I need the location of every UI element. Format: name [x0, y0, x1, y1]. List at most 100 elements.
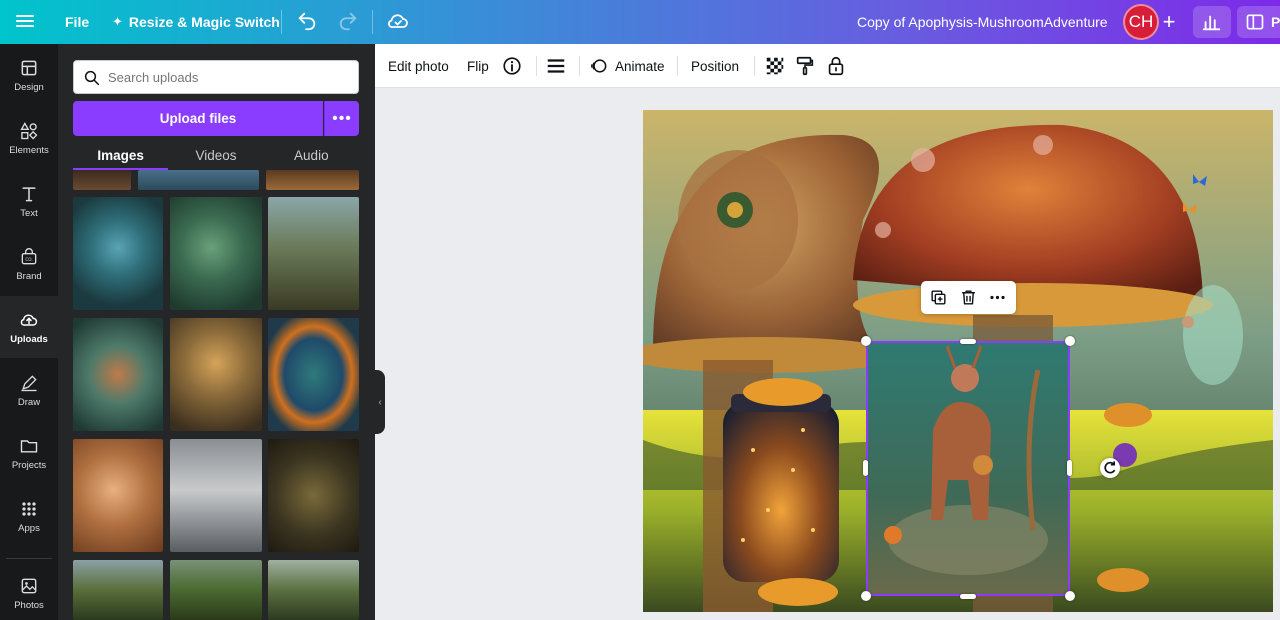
rail-label: Apps: [18, 522, 40, 534]
search-box: [73, 60, 359, 94]
upload-thumbnail[interactable]: [73, 560, 163, 620]
resize-handle-bottom[interactable]: [960, 594, 976, 599]
draw-icon: [21, 374, 37, 391]
photos-icon: [21, 578, 37, 593]
insights-button[interactable]: [1193, 6, 1231, 38]
divider: [6, 558, 52, 559]
resize-handle-bottom-left[interactable]: [861, 591, 871, 601]
search-input[interactable]: [108, 69, 348, 85]
selection-frame: [866, 341, 1070, 596]
elements-icon: [20, 121, 38, 139]
rail-item-uploads[interactable]: Uploads: [0, 296, 58, 358]
position-button[interactable]: Position: [691, 44, 739, 88]
resize-handle-right[interactable]: [1067, 460, 1072, 476]
rail-item-photos[interactable]: Photos: [0, 562, 58, 620]
copy-style-icon[interactable]: [794, 55, 816, 77]
border-style-icon[interactable]: [545, 55, 567, 77]
rail-item-brand[interactable]: CO. Brand: [0, 233, 58, 295]
upload-thumbnail[interactable]: [170, 197, 262, 310]
duplicate-icon[interactable]: [929, 288, 948, 307]
edit-photo-button[interactable]: Edit photo: [388, 44, 449, 88]
rail-item-text[interactable]: Text: [0, 170, 58, 232]
rotate-handle[interactable]: [1100, 458, 1120, 478]
resize-handle-left[interactable]: [863, 460, 868, 476]
upload-thumbnail[interactable]: [170, 560, 262, 620]
tab-audio[interactable]: Audio: [264, 140, 359, 170]
upload-files-button[interactable]: Upload files: [73, 101, 323, 136]
upload-thumbnail[interactable]: [73, 170, 131, 190]
divider: [281, 10, 282, 34]
projects-icon: [20, 439, 38, 453]
upload-thumbnail[interactable]: [73, 197, 163, 310]
uploads-icon: [20, 314, 38, 326]
present-button[interactable]: P: [1237, 6, 1280, 38]
rail-label: Photos: [14, 599, 44, 611]
brand-icon: CO.: [21, 247, 37, 264]
rotate-icon: [1104, 461, 1116, 474]
redo-icon[interactable]: [337, 10, 359, 32]
add-collaborator-button[interactable]: +: [1158, 8, 1180, 36]
present-icon: [1246, 14, 1264, 30]
upload-thumbnail[interactable]: [268, 318, 359, 431]
resize-handle-top-left[interactable]: [861, 336, 871, 346]
rail-label: Brand: [16, 270, 42, 282]
upload-thumbnail[interactable]: [266, 170, 359, 190]
sparkle-icon: ✦: [112, 14, 123, 29]
rail-item-apps[interactable]: Apps: [0, 485, 58, 547]
upload-thumbnail[interactable]: [170, 318, 262, 431]
divider: [677, 56, 678, 76]
animate-icon: [591, 59, 607, 73]
rail-label: Uploads: [10, 333, 48, 345]
upload-thumbnail[interactable]: [73, 318, 163, 431]
undo-icon[interactable]: [296, 10, 318, 32]
menu-icon[interactable]: [14, 12, 36, 32]
document-title[interactable]: Copy of Apophysis-MushroomAdventure: [857, 0, 1108, 44]
resize-label: Resize & Magic Switch: [128, 14, 280, 30]
animate-button[interactable]: Animate: [589, 44, 665, 88]
upload-thumbnail[interactable]: [268, 439, 359, 552]
transparency-icon[interactable]: [764, 55, 786, 77]
rail-item-elements[interactable]: Elements: [0, 107, 58, 169]
uploads-grid: [73, 170, 359, 620]
resize-handle-top[interactable]: [960, 339, 976, 344]
design-icon: [21, 60, 37, 75]
top-bar: File ✦ Resize & Magic Switch Copy of Apo…: [0, 0, 1280, 44]
rail-item-draw[interactable]: Draw: [0, 359, 58, 421]
file-menu-button[interactable]: File: [65, 0, 89, 44]
upload-thumbnail[interactable]: [170, 439, 262, 552]
resize-button[interactable]: ✦ Resize & Magic Switch: [112, 0, 280, 44]
rail-item-design[interactable]: Design: [0, 44, 58, 106]
tab-videos[interactable]: Videos: [168, 140, 263, 170]
more-options-icon[interactable]: [988, 288, 1007, 307]
info-icon[interactable]: [501, 55, 523, 77]
context-toolbar: Edit photo Flip Animate Position: [375, 44, 1280, 88]
rail-label: Projects: [11, 459, 47, 471]
lock-icon[interactable]: [825, 55, 847, 77]
trash-icon[interactable]: [959, 288, 978, 307]
resize-handle-bottom-right[interactable]: [1065, 591, 1075, 601]
divider: [754, 56, 755, 76]
tab-images[interactable]: Images: [73, 140, 169, 170]
upload-thumbnail[interactable]: [268, 197, 359, 310]
svg-text:CO.: CO.: [25, 257, 32, 262]
left-rail: Design Elements Text CO. Brand Uploads D…: [0, 44, 58, 620]
rail-item-projects[interactable]: Projects: [0, 422, 58, 484]
rail-label: Text: [20, 207, 38, 219]
upload-thumbnail[interactable]: [73, 439, 163, 552]
media-tabs: Images Videos Audio: [73, 140, 359, 170]
flip-button[interactable]: Flip: [467, 44, 489, 88]
search-icon: [84, 70, 100, 86]
upload-more-button[interactable]: •••: [324, 101, 359, 136]
bar-chart-icon: [1202, 15, 1221, 31]
cloud-saved-icon[interactable]: [386, 9, 410, 33]
upload-thumbnail[interactable]: [138, 170, 259, 190]
divider: [372, 10, 373, 34]
rail-label: Elements: [9, 144, 49, 156]
resize-handle-top-right[interactable]: [1065, 336, 1075, 346]
upload-thumbnail[interactable]: [268, 560, 359, 620]
uploads-panel: Upload files ••• Images Videos Audio: [58, 44, 375, 620]
divider: [579, 56, 580, 76]
avatar[interactable]: CH: [1123, 4, 1159, 40]
collapse-panel-handle[interactable]: ‹: [375, 370, 385, 434]
text-icon: [22, 186, 36, 201]
